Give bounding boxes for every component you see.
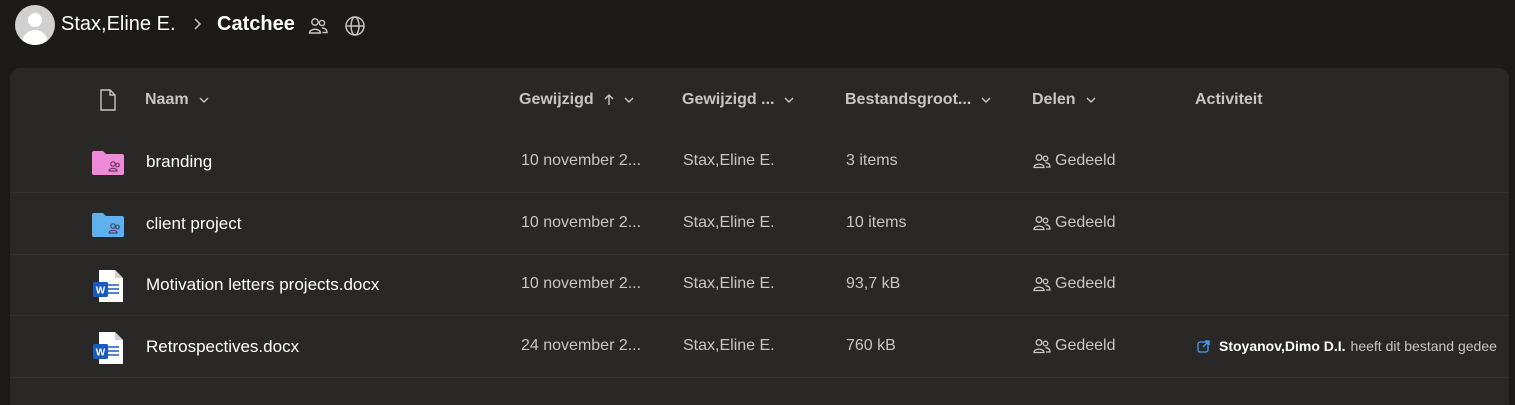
sharing-label: Gedeeld	[1055, 213, 1116, 231]
word-document-icon: W	[93, 331, 123, 364]
activity-text: heeft dit bestand gedee	[1350, 337, 1497, 354]
column-activity: Activiteit	[1195, 91, 1263, 109]
people-icon	[1033, 277, 1051, 292]
file-name[interactable]: Motivation letters projects.docx	[146, 275, 379, 295]
file-type-icon[interactable]	[99, 89, 117, 111]
chevron-down-icon	[199, 97, 209, 103]
sharing-status[interactable]: Gedeeld	[1033, 152, 1116, 170]
share-icon	[1197, 339, 1210, 353]
activity-cell: Stoyanov,Dimo D.I. heeft dit bestand gede…	[1197, 338, 1509, 354]
column-size[interactable]: Bestandsgroot...	[845, 91, 991, 109]
breadcrumb-bar: Stax,Eline E. Catchee	[0, 0, 1515, 52]
sharing-label: Gedeeld	[1055, 336, 1116, 354]
people-icon	[1033, 338, 1051, 353]
sharing-status[interactable]: Gedeeld	[1033, 337, 1116, 355]
column-size-label: Bestandsgroot...	[845, 91, 972, 108]
column-name-label: Naam	[145, 91, 189, 108]
people-icon	[1033, 154, 1051, 169]
sharing-label: Gedeeld	[1055, 275, 1116, 292]
globe-icon[interactable]	[344, 15, 366, 37]
file-row[interactable]: W Motivation letters projects.docx 10 nove…	[10, 255, 1509, 316]
breadcrumb-user[interactable]: Stax,Eline E.	[61, 13, 176, 36]
file-name[interactable]: branding	[146, 152, 212, 172]
people-icon[interactable]	[308, 16, 328, 36]
sharing-status[interactable]: Gedeeld	[1033, 275, 1116, 293]
svg-text:W: W	[96, 347, 106, 358]
file-size: 3 items	[846, 152, 898, 169]
file-row[interactable]: W Retrospectives.docx 24 november 2... Stax…	[10, 317, 1509, 378]
shared-folder-icon	[92, 212, 124, 237]
modified-date: 24 november 2...	[521, 336, 642, 354]
modified-by: Stax,Eline E.	[683, 275, 775, 292]
avatar[interactable]	[15, 5, 55, 45]
shared-folder-icon	[92, 151, 124, 175]
column-modified-label: Gewijzigd	[519, 91, 594, 108]
file-name[interactable]: Retrospectives.docx	[146, 337, 299, 357]
file-size: 760 kB	[846, 336, 896, 354]
file-list: Naam Gewijzigd Gewijzigd ... Bestandsgro…	[10, 68, 1509, 405]
column-activity-label: Activiteit	[1195, 91, 1263, 108]
people-icon	[1033, 215, 1051, 230]
activity-user[interactable]: Stoyanov,Dimo D.I.	[1219, 338, 1346, 354]
file-size: 10 items	[846, 213, 907, 231]
breadcrumb-site[interactable]: Catchee	[217, 13, 295, 36]
file-name[interactable]: client project	[146, 214, 241, 234]
chevron-right-icon	[194, 18, 202, 30]
svg-text:W: W	[96, 286, 106, 297]
column-header-row: Naam Gewijzigd Gewijzigd ... Bestandsgro…	[10, 68, 1509, 132]
modified-date: 10 november 2...	[521, 213, 642, 231]
file-size: 93,7 kB	[846, 275, 901, 292]
chevron-down-icon	[981, 97, 991, 103]
column-sharing[interactable]: Delen	[1032, 91, 1096, 109]
file-row[interactable]: client project 10 november 2... Stax,Eline…	[10, 194, 1509, 255]
chevron-down-icon	[784, 97, 794, 103]
column-modified-by-label: Gewijzigd ...	[682, 91, 775, 108]
sharing-label: Gedeeld	[1055, 152, 1116, 169]
column-sharing-label: Delen	[1032, 91, 1076, 108]
modified-date: 10 november 2...	[521, 275, 642, 292]
column-modified[interactable]: Gewijzigd	[519, 91, 634, 109]
file-row[interactable]: branding 10 november 2... Stax,Eline E. 3 i…	[10, 132, 1509, 193]
chevron-down-icon	[624, 97, 634, 103]
modified-by: Stax,Eline E.	[683, 152, 775, 169]
chevron-down-icon	[1086, 97, 1096, 103]
modified-by: Stax,Eline E.	[683, 213, 775, 231]
modified-date: 10 november 2...	[521, 152, 642, 169]
sort-ascending-icon	[604, 94, 614, 105]
sharing-status[interactable]: Gedeeld	[1033, 214, 1116, 232]
column-name[interactable]: Naam	[145, 91, 209, 109]
word-document-icon: W	[93, 270, 123, 302]
column-modified-by[interactable]: Gewijzigd ...	[682, 91, 794, 109]
modified-by: Stax,Eline E.	[683, 336, 775, 354]
